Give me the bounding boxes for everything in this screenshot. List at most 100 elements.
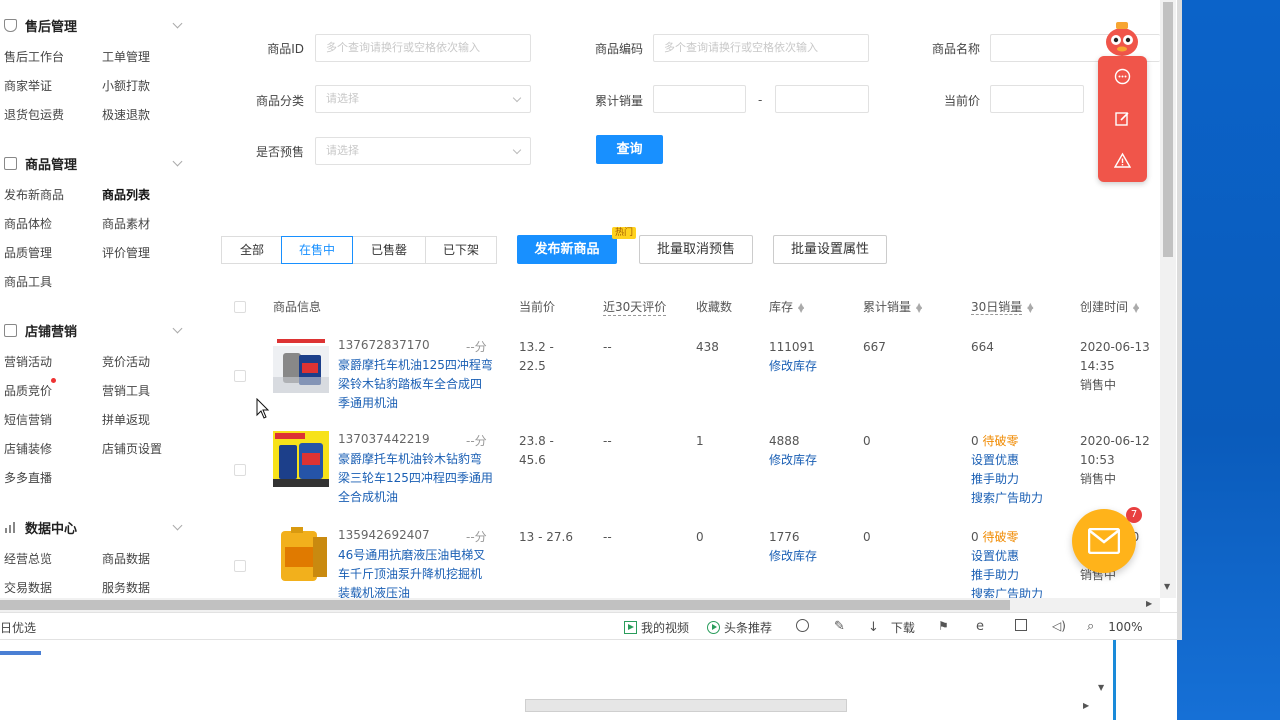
sidebar-item-quality-bidding[interactable]: 品质竞价 xyxy=(4,382,52,399)
product-title-link[interactable]: 豪爵摩托车机油125四冲程弯梁铃木钻豹踏板车全合成四季通用机油 xyxy=(338,356,493,413)
sidebar-item-merchant-evidence[interactable]: 商家举证 xyxy=(4,77,52,94)
sidebar-item-product-check[interactable]: 商品体检 xyxy=(4,215,52,232)
set-discount-link[interactable]: 设置优惠 xyxy=(971,547,1019,566)
background-scroll-thumb[interactable] xyxy=(525,699,847,712)
sidebar-item-small-payment[interactable]: 小额打款 xyxy=(102,77,150,94)
section-after-sales[interactable]: 售后管理 xyxy=(4,16,77,35)
headline-recommend-button[interactable]: 头条推荐 xyxy=(707,619,772,636)
sidebar-item-reviews[interactable]: 评价管理 xyxy=(102,244,150,261)
scroll-down-arrow[interactable]: ▼ xyxy=(1164,582,1170,591)
product-code-input[interactable]: 多个查询请换行或空格依次输入 xyxy=(653,34,869,62)
chevron-down-icon[interactable] xyxy=(172,156,183,167)
edit-stock-link[interactable]: 修改库存 xyxy=(769,357,817,376)
edit-icon[interactable] xyxy=(1114,110,1131,127)
product-id-input[interactable]: 多个查询请换行或空格依次输入 xyxy=(315,34,531,62)
sidebar-item-decoration[interactable]: 店铺装修 xyxy=(4,440,52,457)
download-button[interactable]: ↓ 下载 xyxy=(868,619,915,636)
section-data-center[interactable]: 数据中心 xyxy=(4,518,77,537)
total-sales-max-input[interactable] xyxy=(775,85,869,113)
product-thumbnail[interactable] xyxy=(273,431,329,487)
sidebar-item-bidding[interactable]: 竞价活动 xyxy=(102,353,150,370)
presale-select[interactable]: 请选择 xyxy=(315,137,531,165)
pin-icon[interactable]: ✎ xyxy=(834,619,845,634)
row-checkbox[interactable] xyxy=(234,560,246,572)
total-sales-min-input[interactable] xyxy=(653,85,746,113)
header-sales-30d[interactable]: 30日销量 ▲ ▼ xyxy=(971,298,1033,315)
sidebar-item-service-data[interactable]: 服务数据 xyxy=(102,579,150,596)
sidebar-item-fast-refund[interactable]: 极速退款 xyxy=(102,106,150,123)
sort-icon[interactable]: ▲ ▼ xyxy=(798,301,804,313)
sort-icon[interactable]: ▲ ▼ xyxy=(916,301,922,313)
promoter-boost-link[interactable]: 推手助力 xyxy=(971,470,1019,489)
header-stock[interactable]: 库存 ▲ ▼ xyxy=(769,298,804,315)
chat-icon[interactable] xyxy=(1114,68,1131,85)
sidebar-item-product-tools[interactable]: 商品工具 xyxy=(4,273,52,290)
status-left-text[interactable]: 日优选 xyxy=(0,619,36,636)
scroll-thumb[interactable] xyxy=(0,600,1010,610)
sidebar-item-work-order[interactable]: 工单管理 xyxy=(102,48,150,65)
batch-set-attributes-button[interactable]: 批量设置属性 xyxy=(773,235,887,264)
flag-icon[interactable]: ⚑ xyxy=(938,619,949,633)
chevron-down-icon[interactable] xyxy=(172,520,183,531)
scroll-thumb[interactable] xyxy=(1163,2,1173,257)
sidebar-item-overview[interactable]: 经营总览 xyxy=(4,550,52,567)
vertical-scrollbar[interactable]: ▼ xyxy=(1160,0,1176,598)
batch-cancel-presale-button[interactable]: 批量取消预售 xyxy=(639,235,753,264)
row-checkbox[interactable] xyxy=(234,464,246,476)
header-created-time[interactable]: 创建时间 ▲ ▼ xyxy=(1080,298,1139,315)
product-thumbnail[interactable] xyxy=(273,527,329,583)
warning-icon[interactable] xyxy=(1114,152,1131,169)
sidebar-item-trade-data[interactable]: 交易数据 xyxy=(4,579,52,596)
sidebar-item-publish-product[interactable]: 发布新商品 xyxy=(4,186,64,203)
sidebar-item-return-shipping[interactable]: 退货包运费 xyxy=(4,106,64,123)
bg-scroll-right-arrow[interactable]: ▶ xyxy=(1083,701,1089,710)
sidebar-item-store-page[interactable]: 店铺页设置 xyxy=(102,440,162,457)
sidebar-item-after-sales-desk[interactable]: 售后工作台 xyxy=(4,48,64,65)
sidebar-item-campaigns[interactable]: 营销活动 xyxy=(4,353,52,370)
tab-sold-out[interactable]: 已售罄 xyxy=(352,236,426,264)
volume-icon[interactable]: ◁) xyxy=(1052,619,1066,633)
promoter-boost-link[interactable]: 推手助力 xyxy=(971,566,1019,585)
tab-delisted[interactable]: 已下架 xyxy=(425,236,497,264)
row-checkbox[interactable] xyxy=(234,370,246,382)
product-title-link[interactable]: 豪爵摩托车机油铃木钻豹弯梁三轮车125四冲程四季通用全合成机油 xyxy=(338,450,493,507)
query-button[interactable]: 查询 xyxy=(596,135,663,164)
product-thumbnail[interactable] xyxy=(273,337,329,393)
horizontal-scrollbar[interactable]: ▶ xyxy=(0,598,1160,612)
edit-stock-link[interactable]: 修改库存 xyxy=(769,547,817,566)
zoom-control[interactable]: ⌕ 100% xyxy=(1087,619,1143,634)
bg-scroll-down-arrow[interactable]: ▼ xyxy=(1098,683,1104,692)
chevron-down-icon[interactable] xyxy=(172,323,183,334)
header-total-sales[interactable]: 累计销量 ▲ ▼ xyxy=(863,298,922,315)
sidebar-item-marketing-tools[interactable]: 营销工具 xyxy=(102,382,150,399)
refresh-icon[interactable] xyxy=(796,619,809,632)
category-select[interactable]: 请选择 xyxy=(315,85,531,113)
sidebar-item-sms[interactable]: 短信营销 xyxy=(4,411,52,428)
mascot-icon[interactable] xyxy=(1101,18,1143,60)
search-ad-boost-link[interactable]: 搜索广告助力 xyxy=(971,489,1043,508)
product-title-link[interactable]: 46号通用抗磨液压油电梯叉车千斤顶油泵升降机挖掘机装载机液压油 xyxy=(338,546,493,598)
section-store-marketing[interactable]: 店铺营销 xyxy=(4,321,77,340)
publish-product-button[interactable]: 发布新商品 xyxy=(517,235,617,264)
sidebar-item-product-material[interactable]: 商品素材 xyxy=(102,215,150,232)
sidebar-item-cashback[interactable]: 拼单返现 xyxy=(102,411,150,428)
tab-on-sale[interactable]: 在售中 xyxy=(281,236,353,264)
search-ad-boost-link[interactable]: 搜索广告助力 xyxy=(971,585,1043,598)
ie-icon[interactable]: e xyxy=(976,619,984,634)
select-all-checkbox[interactable] xyxy=(234,301,246,313)
sidebar-item-quality[interactable]: 品质管理 xyxy=(4,244,52,261)
scroll-right-arrow[interactable]: ▶ xyxy=(1146,599,1152,608)
section-product-management[interactable]: 商品管理 xyxy=(4,154,77,173)
edit-stock-link[interactable]: 修改库存 xyxy=(769,451,817,470)
tab-all[interactable]: 全部 xyxy=(221,236,283,264)
window-icon[interactable] xyxy=(1015,619,1027,631)
sort-icon[interactable]: ▲ ▼ xyxy=(1027,301,1033,313)
sidebar-item-live[interactable]: 多多直播 xyxy=(4,469,52,486)
my-video-button[interactable]: 我的视频 xyxy=(624,619,689,636)
sidebar-item-product-data[interactable]: 商品数据 xyxy=(102,550,150,567)
set-discount-link[interactable]: 设置优惠 xyxy=(971,451,1019,470)
sort-icon[interactable]: ▲ ▼ xyxy=(1133,301,1139,313)
sidebar-item-product-list[interactable]: 商品列表 xyxy=(102,186,150,203)
current-price-min-input[interactable] xyxy=(990,85,1084,113)
chevron-down-icon[interactable] xyxy=(172,18,183,29)
